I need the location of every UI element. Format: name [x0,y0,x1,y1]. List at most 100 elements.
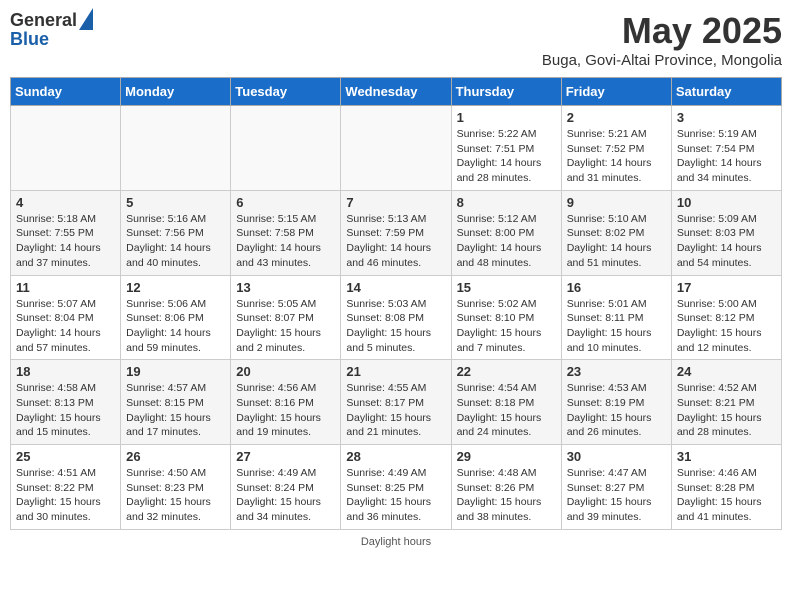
calendar-day-cell: 2Sunrise: 5:21 AM Sunset: 7:52 PM Daylig… [561,106,671,191]
day-number: 26 [126,449,225,464]
day-number: 10 [677,195,776,210]
calendar-day-cell: 25Sunrise: 4:51 AM Sunset: 8:22 PM Dayli… [11,445,121,530]
calendar-day-cell: 10 Sunrise: 5:09 AM Sunset: 8:03 PM Dayli… [671,190,781,275]
day-info: Sunrise: 5:22 AM Sunset: 7:51 PM Dayligh… [457,127,556,186]
page-header: General Blue May 2025 Buga, Govi-Altai P… [10,10,782,69]
day-number: 5 [126,195,225,210]
day-number: 24 [677,364,776,379]
day-info: Sunrise: 5:05 AM Sunset: 8:07 PM Dayligh… [236,297,335,356]
day-number: 17 [677,280,776,295]
day-number: 6 [236,195,335,210]
day-info: Sunrise: 4:49 AM Sunset: 8:25 PM Dayligh… [346,466,445,525]
day-number: 20 [236,364,335,379]
calendar-week-row: 25Sunrise: 4:51 AM Sunset: 8:22 PM Dayli… [11,445,782,530]
day-number: 9 [567,195,666,210]
calendar-day-cell: 16 Sunrise: 5:01 AM Sunset: 8:11 PM Dayli… [561,275,671,360]
day-number: 11 [16,280,115,295]
calendar-week-row: 18 Sunrise: 4:58 AM Sunset: 8:13 PM Dayli… [11,360,782,445]
day-info: Sunrise: 5:13 AM Sunset: 7:59 PM Dayligh… [346,212,445,271]
day-number: 31 [677,449,776,464]
day-info: Sunrise: 5:16 AM Sunset: 7:56 PM Dayligh… [126,212,225,271]
day-number: 28 [346,449,445,464]
day-number: 19 [126,364,225,379]
day-info: Sunrise: 4:55 AM Sunset: 8:17 PM Dayligh… [346,381,445,440]
logo-triangle-icon [79,8,93,30]
day-number: 14 [346,280,445,295]
day-info: Sunrise: 5:02 AM Sunset: 8:10 PM Dayligh… [457,297,556,356]
calendar-day-cell: 15 Sunrise: 5:02 AM Sunset: 8:10 PM Dayli… [451,275,561,360]
logo: General Blue [10,10,93,50]
calendar-day-cell: 14 Sunrise: 5:03 AM Sunset: 8:08 PM Dayli… [341,275,451,360]
day-number: 18 [16,364,115,379]
day-info: Sunrise: 5:19 AM Sunset: 7:54 PM Dayligh… [677,127,776,186]
calendar-day-header: Thursday [451,78,561,106]
day-info: Sunrise: 5:09 AM Sunset: 8:03 PM Dayligh… [677,212,776,271]
day-number: 22 [457,364,556,379]
calendar-day-cell: 19 Sunrise: 4:57 AM Sunset: 8:15 PM Dayli… [121,360,231,445]
calendar-day-cell [11,106,121,191]
month-title: May 2025 [542,10,782,52]
day-info: Sunrise: 4:58 AM Sunset: 8:13 PM Dayligh… [16,381,115,440]
calendar-day-cell: 28 Sunrise: 4:49 AM Sunset: 8:25 PM Dayli… [341,445,451,530]
calendar-day-cell: 13Sunrise: 5:05 AM Sunset: 8:07 PM Dayli… [231,275,341,360]
footer-daylight: Daylight hours [10,536,782,548]
calendar-day-cell [341,106,451,191]
calendar-day-cell [121,106,231,191]
calendar-week-row: 4 Sunrise: 5:18 AM Sunset: 7:55 PM Daylig… [11,190,782,275]
day-info: Sunrise: 5:00 AM Sunset: 8:12 PM Dayligh… [677,297,776,356]
calendar-day-cell: 4 Sunrise: 5:18 AM Sunset: 7:55 PM Daylig… [11,190,121,275]
day-number: 4 [16,195,115,210]
logo-general-text: General [10,11,77,31]
day-number: 15 [457,280,556,295]
calendar-week-row: 11 Sunrise: 5:07 AM Sunset: 8:04 PM Dayli… [11,275,782,360]
calendar-day-cell: 5 Sunrise: 5:16 AM Sunset: 7:56 PM Daylig… [121,190,231,275]
calendar-header-row: SundayMondayTuesdayWednesdayThursdayFrid… [11,78,782,106]
calendar-day-header: Saturday [671,78,781,106]
day-number: 23 [567,364,666,379]
day-info: Sunrise: 5:10 AM Sunset: 8:02 PM Dayligh… [567,212,666,271]
day-info: Sunrise: 4:57 AM Sunset: 8:15 PM Dayligh… [126,381,225,440]
calendar-day-cell: 12Sunrise: 5:06 AM Sunset: 8:06 PM Dayli… [121,275,231,360]
calendar-day-cell: 24 Sunrise: 4:52 AM Sunset: 8:21 PM Dayli… [671,360,781,445]
day-info: Sunrise: 4:54 AM Sunset: 8:18 PM Dayligh… [457,381,556,440]
calendar-table: SundayMondayTuesdayWednesdayThursdayFrid… [10,77,782,530]
calendar-day-cell: 22 Sunrise: 4:54 AM Sunset: 8:18 PM Dayli… [451,360,561,445]
day-number: 27 [236,449,335,464]
calendar-day-cell: 29 Sunrise: 4:48 AM Sunset: 8:26 PM Dayli… [451,445,561,530]
calendar-day-header: Monday [121,78,231,106]
day-number: 3 [677,110,776,125]
title-section: May 2025 Buga, Govi-Altai Province, Mong… [542,10,782,69]
day-info: Sunrise: 4:53 AM Sunset: 8:19 PM Dayligh… [567,381,666,440]
day-info: Sunrise: 4:50 AM Sunset: 8:23 PM Dayligh… [126,466,225,525]
calendar-day-header: Friday [561,78,671,106]
calendar-day-cell: 7Sunrise: 5:13 AM Sunset: 7:59 PM Daylig… [341,190,451,275]
day-number: 16 [567,280,666,295]
calendar-day-cell: 8Sunrise: 5:12 AM Sunset: 8:00 PM Daylig… [451,190,561,275]
day-info: Sunrise: 5:21 AM Sunset: 7:52 PM Dayligh… [567,127,666,186]
day-info: Sunrise: 5:07 AM Sunset: 8:04 PM Dayligh… [16,297,115,356]
calendar-day-cell: 26 Sunrise: 4:50 AM Sunset: 8:23 PM Dayli… [121,445,231,530]
calendar-day-header: Wednesday [341,78,451,106]
day-info: Sunrise: 5:06 AM Sunset: 8:06 PM Dayligh… [126,297,225,356]
day-number: 29 [457,449,556,464]
calendar-day-cell [231,106,341,191]
day-number: 1 [457,110,556,125]
day-number: 21 [346,364,445,379]
day-info: Sunrise: 5:01 AM Sunset: 8:11 PM Dayligh… [567,297,666,356]
day-info: Sunrise: 4:51 AM Sunset: 8:22 PM Dayligh… [16,466,115,525]
day-info: Sunrise: 4:48 AM Sunset: 8:26 PM Dayligh… [457,466,556,525]
day-info: Sunrise: 5:18 AM Sunset: 7:55 PM Dayligh… [16,212,115,271]
day-number: 30 [567,449,666,464]
calendar-day-cell: 27Sunrise: 4:49 AM Sunset: 8:24 PM Dayli… [231,445,341,530]
calendar-day-cell: 11 Sunrise: 5:07 AM Sunset: 8:04 PM Dayli… [11,275,121,360]
calendar-day-cell: 31Sunrise: 4:46 AM Sunset: 8:28 PM Dayli… [671,445,781,530]
day-info: Sunrise: 4:47 AM Sunset: 8:27 PM Dayligh… [567,466,666,525]
day-info: Sunrise: 5:12 AM Sunset: 8:00 PM Dayligh… [457,212,556,271]
calendar-day-cell: 21 Sunrise: 4:55 AM Sunset: 8:17 PM Dayli… [341,360,451,445]
calendar-day-cell: 17 Sunrise: 5:00 AM Sunset: 8:12 PM Dayli… [671,275,781,360]
day-info: Sunrise: 5:03 AM Sunset: 8:08 PM Dayligh… [346,297,445,356]
calendar-week-row: 1 Sunrise: 5:22 AM Sunset: 7:51 PM Daylig… [11,106,782,191]
day-info: Sunrise: 4:52 AM Sunset: 8:21 PM Dayligh… [677,381,776,440]
calendar-day-header: Sunday [11,78,121,106]
calendar-day-cell: 1 Sunrise: 5:22 AM Sunset: 7:51 PM Daylig… [451,106,561,191]
